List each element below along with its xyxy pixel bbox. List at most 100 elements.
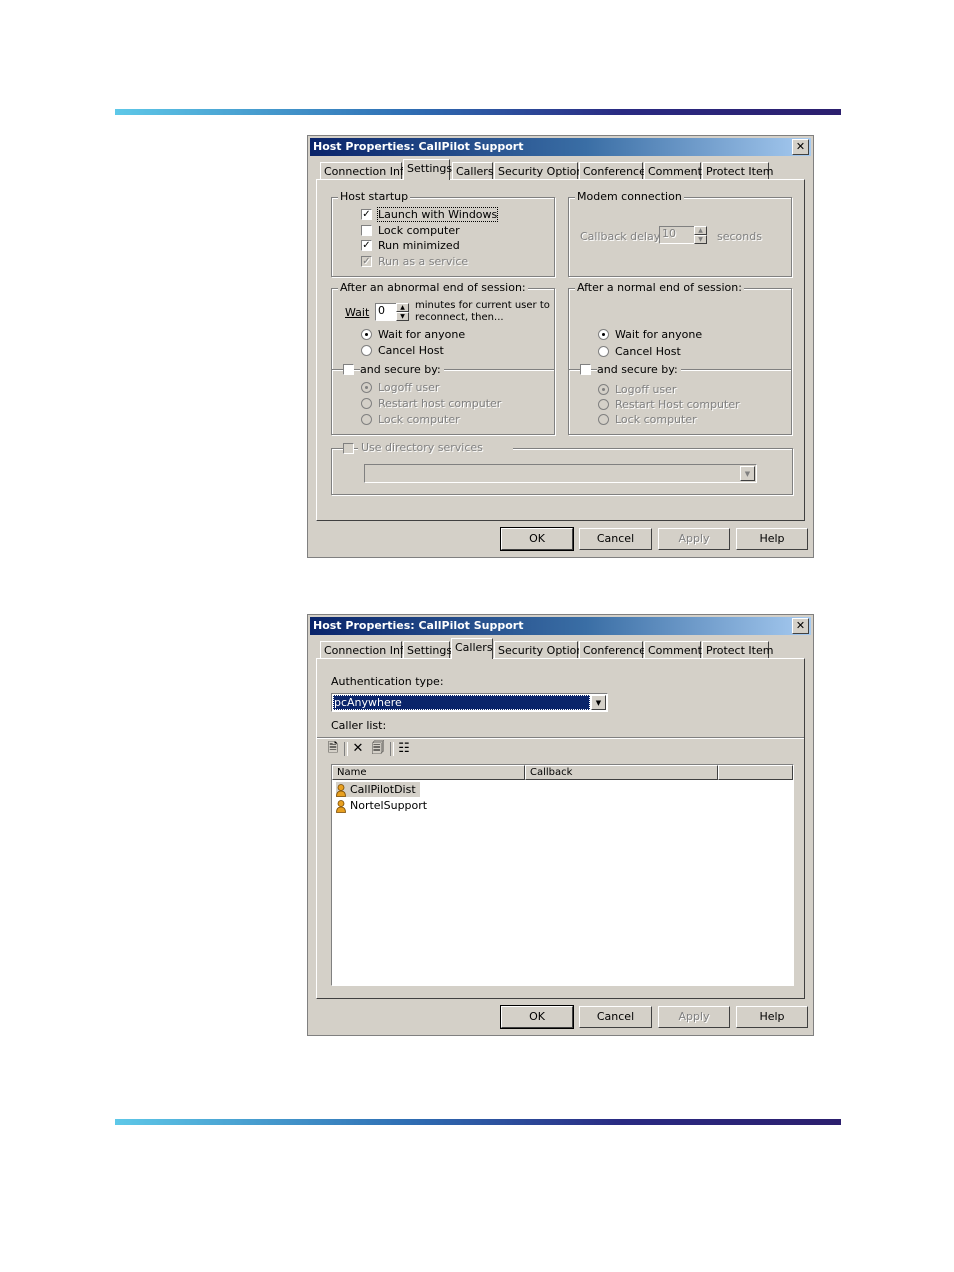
directory-services-label: Use directory services (358, 441, 513, 454)
directory-services-group: Use directory services ▼ (331, 441, 793, 495)
abnormal-restart-label: Restart host computer (378, 397, 502, 410)
normal-cancel-host-label: Cancel Host (615, 345, 681, 358)
toolbar-separator (390, 742, 394, 756)
new-caller-icon[interactable]: 🗎 (325, 741, 341, 757)
abnormal-lock-label: Lock computer (378, 413, 460, 426)
ok-button[interactable]: OK (500, 527, 574, 551)
cancel-button[interactable]: Cancel (579, 528, 652, 550)
run-minimized-checkbox[interactable]: ✓ (361, 240, 372, 251)
caller-toolbar: 🗎 ✕ 🗐 ☷ (325, 741, 445, 757)
wait-label: Wait (345, 306, 370, 319)
delete-icon[interactable]: ✕ (350, 741, 366, 757)
close-icon: ✕ (795, 619, 806, 632)
tab-callers[interactable]: Callers (451, 638, 493, 659)
close-button[interactable]: ✕ (792, 139, 809, 155)
wait-spin-down[interactable]: ▼ (396, 312, 409, 321)
normal-restart-label: Restart Host computer (615, 398, 740, 411)
tab-security-options[interactable]: Security Options (494, 641, 589, 658)
help-button[interactable]: Help (736, 528, 808, 550)
tab-conference[interactable]: Conference (579, 641, 646, 658)
abnormal-lock-radio (361, 414, 372, 425)
ok-button[interactable]: OK (500, 1005, 574, 1029)
abnormal-end-legend: After an abnormal end of session: (338, 281, 528, 294)
tab-comments[interactable]: Comments (644, 641, 708, 658)
abnormal-end-group: After an abnormal end of session: Wait 0… (331, 281, 555, 435)
wait-text-line-1: minutes for current user to (415, 300, 550, 311)
tab-protect-item[interactable]: Protect Item (702, 641, 773, 658)
launch-with-windows-checkbox[interactable]: ✓ (361, 209, 372, 220)
close-button[interactable]: ✕ (792, 618, 809, 634)
host-startup-group: Host startup ✓ Launch with Windows Lock … (331, 190, 555, 277)
normal-restart-radio (598, 399, 609, 410)
tab-security-options[interactable]: Security Options (494, 162, 589, 179)
run-minimized-label: Run minimized (378, 239, 460, 252)
cancel-button[interactable]: Cancel (579, 1006, 652, 1028)
details-view-icon[interactable]: ☷ (396, 741, 412, 757)
normal-end-legend: After a normal end of session: (575, 281, 744, 294)
properties-icon[interactable]: 🗐 (370, 741, 386, 757)
abnormal-wait-for-anyone-radio[interactable] (361, 329, 372, 340)
column-header-callback[interactable]: Callback (525, 765, 718, 780)
callback-spin-up[interactable]: ▲ (694, 226, 707, 235)
modem-connection-legend: Modem connection (575, 190, 684, 203)
list-item[interactable]: CallPilotDist (336, 782, 420, 797)
abnormal-secure-by-checkbox[interactable] (343, 364, 354, 375)
tab-protect-item[interactable]: Protect Item (702, 162, 773, 179)
column-header-name[interactable]: Name (332, 765, 525, 780)
seconds-label: seconds (717, 230, 762, 243)
caller-list-label: Caller list: (331, 719, 387, 732)
normal-cancel-host-radio[interactable] (598, 346, 609, 357)
tab-settings[interactable]: Settings (403, 641, 452, 658)
user-icon (336, 783, 346, 797)
normal-logoff-radio (598, 384, 609, 395)
tab-connection-info[interactable]: Connection Info (320, 641, 411, 658)
wait-text-line-2: reconnect, then... (415, 312, 504, 323)
launch-with-windows-label: Launch with Windows (376, 207, 499, 222)
list-item[interactable]: NortelSupport (336, 798, 427, 813)
host-properties-dialog-callers: Host Properties: CallPilot Support ✕ Con… (307, 614, 814, 1036)
authentication-dropdown-arrow[interactable]: ▼ (591, 695, 606, 710)
bottom-rule (115, 1119, 841, 1125)
normal-lock-label: Lock computer (615, 413, 697, 426)
callback-delay-input[interactable]: 10 (659, 226, 695, 244)
tab-connection-info[interactable]: Connection Info (320, 162, 411, 179)
toolbar-separator (344, 742, 348, 756)
apply-button[interactable]: Apply (658, 528, 730, 550)
abnormal-cancel-host-radio[interactable] (361, 345, 372, 356)
authentication-type-value: pcAnywhere (333, 695, 590, 710)
normal-lock-radio (598, 414, 609, 425)
column-header-extra[interactable] (718, 765, 793, 780)
wait-spin-up[interactable]: ▲ (396, 303, 409, 312)
directory-combo-arrow: ▼ (740, 466, 755, 481)
abnormal-logoff-label: Logoff user (378, 381, 440, 394)
abnormal-cancel-host-label: Cancel Host (378, 344, 444, 357)
host-startup-legend: Host startup (338, 190, 411, 203)
caller-name: NortelSupport (350, 799, 428, 812)
authentication-type-label: Authentication type: (331, 675, 444, 688)
callback-spin-down[interactable]: ▼ (694, 235, 707, 244)
normal-wait-for-anyone-radio[interactable] (598, 329, 609, 340)
normal-secure-by-checkbox[interactable] (580, 364, 591, 375)
lock-computer-label: Lock computer (378, 224, 460, 237)
abnormal-secure-by-label: and secure by: (360, 363, 444, 376)
abnormal-logoff-radio (361, 382, 372, 393)
abnormal-restart-radio (361, 398, 372, 409)
normal-secure-by-label: and secure by: (597, 363, 681, 376)
tab-callers[interactable]: Callers (452, 162, 494, 179)
tab-conference[interactable]: Conference (579, 162, 646, 179)
run-as-service-label: Run as a service (378, 255, 469, 268)
run-as-service-checkbox: ✓ (361, 256, 372, 267)
lock-computer-checkbox[interactable] (361, 225, 372, 236)
settings-panel: Host startup ✓ Launch with Windows Lock … (316, 179, 805, 521)
tab-settings[interactable]: Settings (403, 159, 452, 180)
abnormal-wait-for-anyone-label: Wait for anyone (378, 328, 466, 341)
authentication-type-select[interactable]: pcAnywhere ▼ (331, 693, 608, 712)
caller-name: CallPilotDist (350, 783, 416, 796)
help-button[interactable]: Help (736, 1006, 808, 1028)
wait-minutes-input[interactable]: 0 (375, 303, 397, 321)
user-icon (336, 799, 346, 813)
apply-button[interactable]: Apply (658, 1006, 730, 1028)
caller-list[interactable]: Name Callback CallPilotDist NortelSuppor… (331, 764, 794, 986)
tab-comments[interactable]: Comments (644, 162, 708, 179)
normal-logoff-label: Logoff user (615, 383, 677, 396)
